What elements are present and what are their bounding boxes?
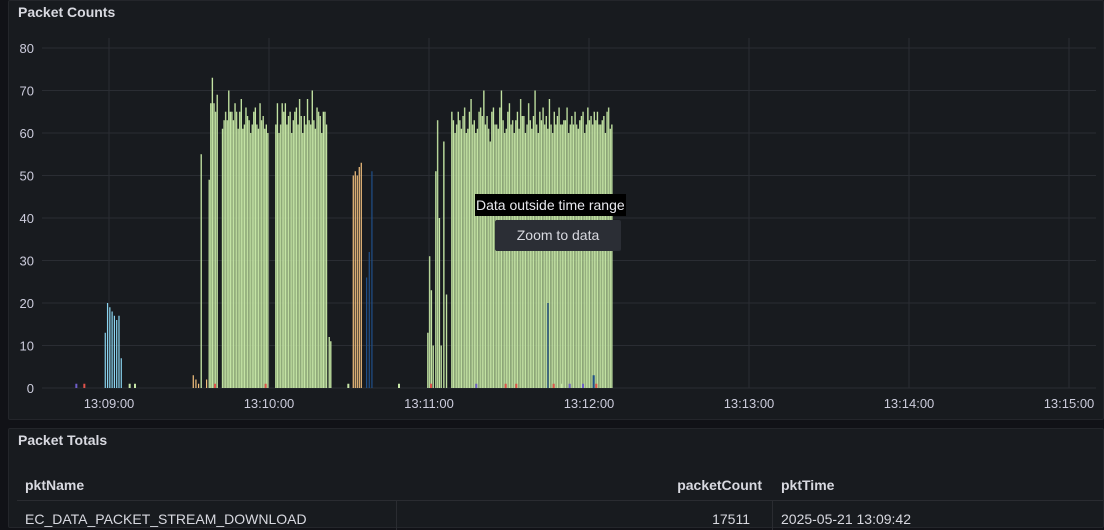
chart-bar xyxy=(560,383,563,388)
column-header-pkttime[interactable]: pktTime xyxy=(781,477,834,493)
chart-bar xyxy=(568,383,571,388)
column-header-pktname[interactable]: pktName xyxy=(25,477,84,493)
chart-bar xyxy=(109,307,111,388)
y-tick-label: 20 xyxy=(20,296,34,311)
chart-bar xyxy=(192,375,194,388)
chart-bar xyxy=(475,383,478,388)
chart-bar xyxy=(592,375,595,388)
y-tick-label: 40 xyxy=(20,211,34,226)
y-tick-label: 70 xyxy=(20,84,34,99)
chart-bar xyxy=(398,383,400,388)
x-tick-label: 13:15:00 xyxy=(1044,396,1095,411)
chart-bar xyxy=(354,171,356,388)
chart-bar xyxy=(371,171,373,388)
cell-pktname: EC_DATA_PACKET_STREAM_DOWNLOAD xyxy=(25,511,307,527)
y-tick-label: 60 xyxy=(20,126,34,141)
chart-bar xyxy=(430,383,432,388)
chart-bar xyxy=(128,383,131,388)
chart-bar xyxy=(113,315,116,388)
chart-bar xyxy=(515,383,518,388)
y-tick-label: 50 xyxy=(20,169,34,184)
chart-bar xyxy=(111,311,113,388)
chart-bar xyxy=(206,379,208,388)
y-tick-label: 30 xyxy=(20,254,34,269)
table-header-divider xyxy=(17,500,1103,501)
chart-bar xyxy=(195,379,197,388)
chart-bar xyxy=(595,383,598,388)
cell-packetcount: 17511 xyxy=(712,511,750,527)
chart-bar xyxy=(198,383,200,388)
chart-bar xyxy=(134,383,136,388)
chart-bar xyxy=(360,162,362,388)
column-divider xyxy=(396,500,397,530)
chart-bar xyxy=(582,383,584,388)
data-outside-range-message: Data outside time range xyxy=(475,194,626,216)
chart-bar xyxy=(106,303,109,388)
cell-pkttime: 2025-05-21 13:09:42 xyxy=(781,511,911,527)
chart-bar xyxy=(264,383,267,388)
chart-bar xyxy=(116,320,118,388)
panel-title-packet-totals[interactable]: Packet Totals xyxy=(18,432,107,448)
chart-bar xyxy=(118,315,120,388)
chart-bar xyxy=(504,383,507,388)
chart-bar xyxy=(75,383,78,388)
chart-bar xyxy=(214,383,216,388)
chart-bar xyxy=(368,252,370,388)
y-tick-label: 0 xyxy=(27,381,34,396)
chart-bar xyxy=(120,358,122,388)
packet-totals-panel: Packet Totals pktName packetCount pktTim… xyxy=(8,428,1104,530)
x-tick-label: 13:14:00 xyxy=(884,396,935,411)
x-tick-label: 13:12:00 xyxy=(564,396,615,411)
chart-bar xyxy=(547,303,549,388)
chart-bar xyxy=(552,383,555,388)
chart-bar xyxy=(358,167,360,388)
y-tick-label: 80 xyxy=(20,41,34,56)
chart-bar xyxy=(366,277,368,388)
column-divider xyxy=(772,500,773,530)
x-tick-label: 13:13:00 xyxy=(724,396,775,411)
x-tick-label: 13:09:00 xyxy=(84,396,135,411)
chart-bar xyxy=(347,383,350,388)
chart-bar xyxy=(356,175,358,388)
chart-bar xyxy=(104,332,106,388)
zoom-to-data-button[interactable]: Zoom to data xyxy=(495,220,621,251)
chart-bar xyxy=(83,383,86,388)
chart-bar xyxy=(352,175,354,388)
column-header-packetcount[interactable]: packetCount xyxy=(677,477,762,493)
x-tick-label: 13:11:00 xyxy=(404,396,454,411)
x-tick-label: 13:10:00 xyxy=(244,396,295,411)
y-tick-label: 10 xyxy=(20,339,34,354)
